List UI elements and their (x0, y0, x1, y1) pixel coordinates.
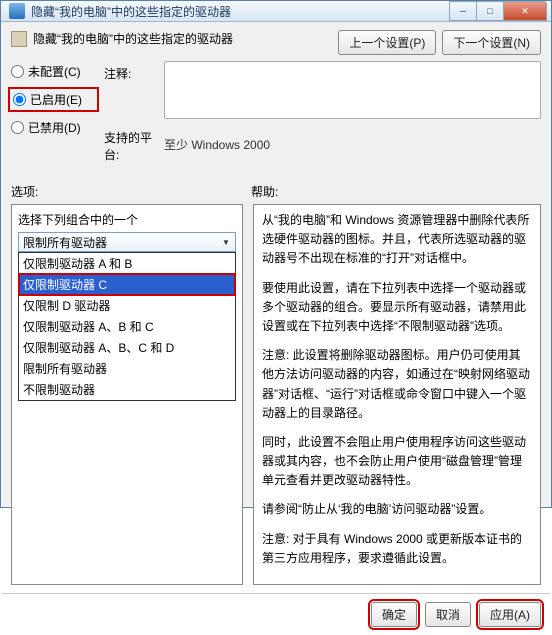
radio-disabled[interactable]: 已禁用(D) (11, 119, 96, 136)
drive-combo-item[interactable]: 仅限制驱动器 A、B、C 和 D (19, 337, 235, 358)
setting-header: 隐藏“我的电脑”中的这些指定的驱动器 (11, 30, 338, 47)
window-title: 隐藏“我的电脑”中的这些指定的驱动器 (31, 3, 450, 20)
comment-label: 注释: (104, 61, 164, 82)
window-controls: ─ □ ✕ (450, 1, 547, 21)
radio-unconfigured[interactable]: 未配置(C) (11, 63, 96, 80)
help-paragraph: 注意: 对于具有 Windows 2000 或更新版本证书的第三方应用程序，要求… (262, 530, 532, 568)
help-paragraph: 同时，此设置不会阻止用户使用程序访问这些驱动器或其内容，也不会防止用户使用“磁盘… (262, 433, 532, 491)
next-setting-button[interactable]: 下一个设置(N) (442, 30, 541, 55)
config-area: 未配置(C) 已启用(E) 已禁用(D) 注释: 支持的平台: (11, 61, 541, 169)
comment-row: 注释: (104, 61, 541, 119)
help-paragraph: 注意: 此设置将删除驱动器图标。用户仍可使用其他方法访问驱动器的内容，如通过在“… (262, 346, 532, 423)
radio-column: 未配置(C) 已启用(E) 已禁用(D) (11, 61, 96, 169)
setting-icon (11, 31, 27, 47)
drive-combo-selected[interactable]: 限制所有驱动器 ▼ (18, 232, 236, 252)
setting-title: 隐藏“我的电脑”中的这些指定的驱动器 (33, 30, 233, 47)
help-paragraph: 从“我的电脑”和 Windows 资源管理器中删除代表所选硬件驱动器的图标。并且… (262, 211, 532, 269)
chevron-down-icon: ▼ (219, 235, 233, 249)
drive-combo-item[interactable]: 仅限制驱动器 A 和 B (19, 253, 235, 274)
drive-combo-value: 限制所有驱动器 (23, 234, 107, 251)
nav-buttons: 上一个设置(P) 下一个设置(N) (338, 30, 541, 55)
apply-button[interactable]: 应用(A) (479, 602, 541, 627)
options-panel: 选择下列组合中的一个 限制所有驱动器 ▼ 仅限制驱动器 A 和 B仅限制驱动器 … (11, 204, 243, 585)
ok-button[interactable]: 确定 (371, 602, 417, 627)
panels: 选择下列组合中的一个 限制所有驱动器 ▼ 仅限制驱动器 A 和 B仅限制驱动器 … (11, 204, 541, 585)
minimize-button[interactable]: ─ (449, 1, 477, 21)
dialog-footer: 确定 取消 应用(A) (1, 593, 551, 635)
section-labels: 选项: 帮助: (11, 183, 541, 200)
radio-enabled-label: 已启用(E) (30, 91, 82, 108)
platform-label: 支持的平台: (104, 125, 164, 163)
maximize-button[interactable]: □ (476, 1, 504, 21)
radio-unconfigured-label: 未配置(C) (28, 63, 81, 80)
title-bar: 隐藏“我的电脑”中的这些指定的驱动器 ─ □ ✕ (1, 1, 551, 22)
drive-combo-item[interactable]: 仅限制 D 驱动器 (19, 295, 235, 316)
drive-combo-item[interactable]: 限制所有驱动器 (19, 358, 235, 379)
top-row: 隐藏“我的电脑”中的这些指定的驱动器 上一个设置(P) 下一个设置(N) (11, 30, 541, 55)
options-caption: 选择下列组合中的一个 (18, 211, 236, 228)
drive-combo-item[interactable]: 不限制驱动器 (19, 379, 235, 400)
help-label: 帮助: (251, 183, 278, 200)
content-area: 隐藏“我的电脑”中的这些指定的驱动器 上一个设置(P) 下一个设置(N) 未配置… (1, 22, 551, 593)
drive-combo: 限制所有驱动器 ▼ 仅限制驱动器 A 和 B仅限制驱动器 C仅限制 D 驱动器仅… (18, 232, 236, 401)
radio-enabled-input[interactable] (13, 93, 26, 106)
platform-row: 支持的平台: 至少 Windows 2000 (104, 125, 541, 163)
close-button[interactable]: ✕ (503, 1, 547, 21)
radio-unconfigured-input[interactable] (11, 65, 24, 78)
comment-textarea[interactable] (164, 61, 541, 119)
dialog-window: 隐藏“我的电脑”中的这些指定的驱动器 ─ □ ✕ 隐藏“我的电脑”中的这些指定的… (0, 0, 552, 508)
drive-combo-item[interactable]: 仅限制驱动器 A、B 和 C (19, 316, 235, 337)
app-icon (9, 3, 25, 19)
platform-value: 至少 Windows 2000 (164, 136, 270, 153)
options-label: 选项: (11, 183, 251, 200)
cancel-button[interactable]: 取消 (425, 602, 471, 627)
prev-setting-button[interactable]: 上一个设置(P) (338, 30, 436, 55)
radio-enabled[interactable]: 已启用(E) (11, 90, 96, 109)
help-panel[interactable]: 从“我的电脑”和 Windows 资源管理器中删除代表所选硬件驱动器的图标。并且… (253, 204, 541, 585)
fields-column: 注释: 支持的平台: 至少 Windows 2000 (104, 61, 541, 169)
drive-combo-item[interactable]: 仅限制驱动器 C (19, 274, 235, 295)
help-paragraph: 要使用此设置，请在下拉列表中选择一个驱动器或多个驱动器的组合。要显示所有驱动器，… (262, 279, 532, 337)
radio-disabled-label: 已禁用(D) (28, 119, 81, 136)
drive-combo-list: 仅限制驱动器 A 和 B仅限制驱动器 C仅限制 D 驱动器仅限制驱动器 A、B … (18, 252, 236, 401)
radio-disabled-input[interactable] (11, 121, 24, 134)
help-paragraph: 请参阅“防止从‘我的电脑’访问驱动器”设置。 (262, 500, 532, 519)
